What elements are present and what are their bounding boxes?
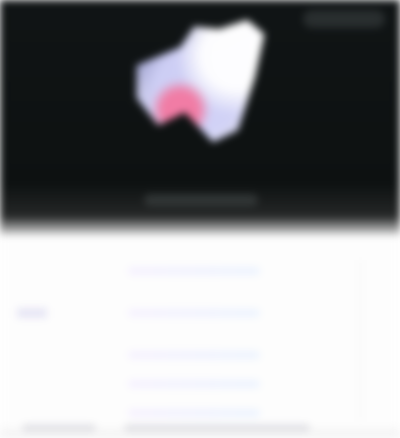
- detail-row: [17, 259, 367, 286]
- detail-label: [17, 377, 109, 389]
- detail-label: [17, 348, 109, 360]
- detail-value: [128, 406, 256, 419]
- hero-subtitle-placeholder: [144, 194, 258, 206]
- detail-row: [17, 301, 367, 328]
- hero-panel: [0, 0, 400, 235]
- bottom-strip: [0, 421, 400, 438]
- detail-row: [17, 343, 367, 370]
- blurred-ui-screenshot: [0, 0, 400, 438]
- panel-divider: [360, 260, 361, 425]
- detail-row: [17, 372, 367, 399]
- detail-label: [17, 406, 109, 418]
- detail-value: [128, 377, 256, 390]
- hero-action-button[interactable]: [303, 10, 385, 28]
- blurred-artwork-icon: [136, 19, 265, 143]
- detail-value: [128, 348, 256, 361]
- bottom-placeholder: [124, 424, 310, 432]
- detail-value: [128, 264, 256, 277]
- bottom-placeholder: [22, 424, 96, 432]
- details-panel: [0, 235, 400, 438]
- hero-title: [134, 172, 266, 192]
- detail-label: [17, 306, 109, 318]
- detail-value: [128, 306, 256, 319]
- detail-label: [17, 264, 109, 276]
